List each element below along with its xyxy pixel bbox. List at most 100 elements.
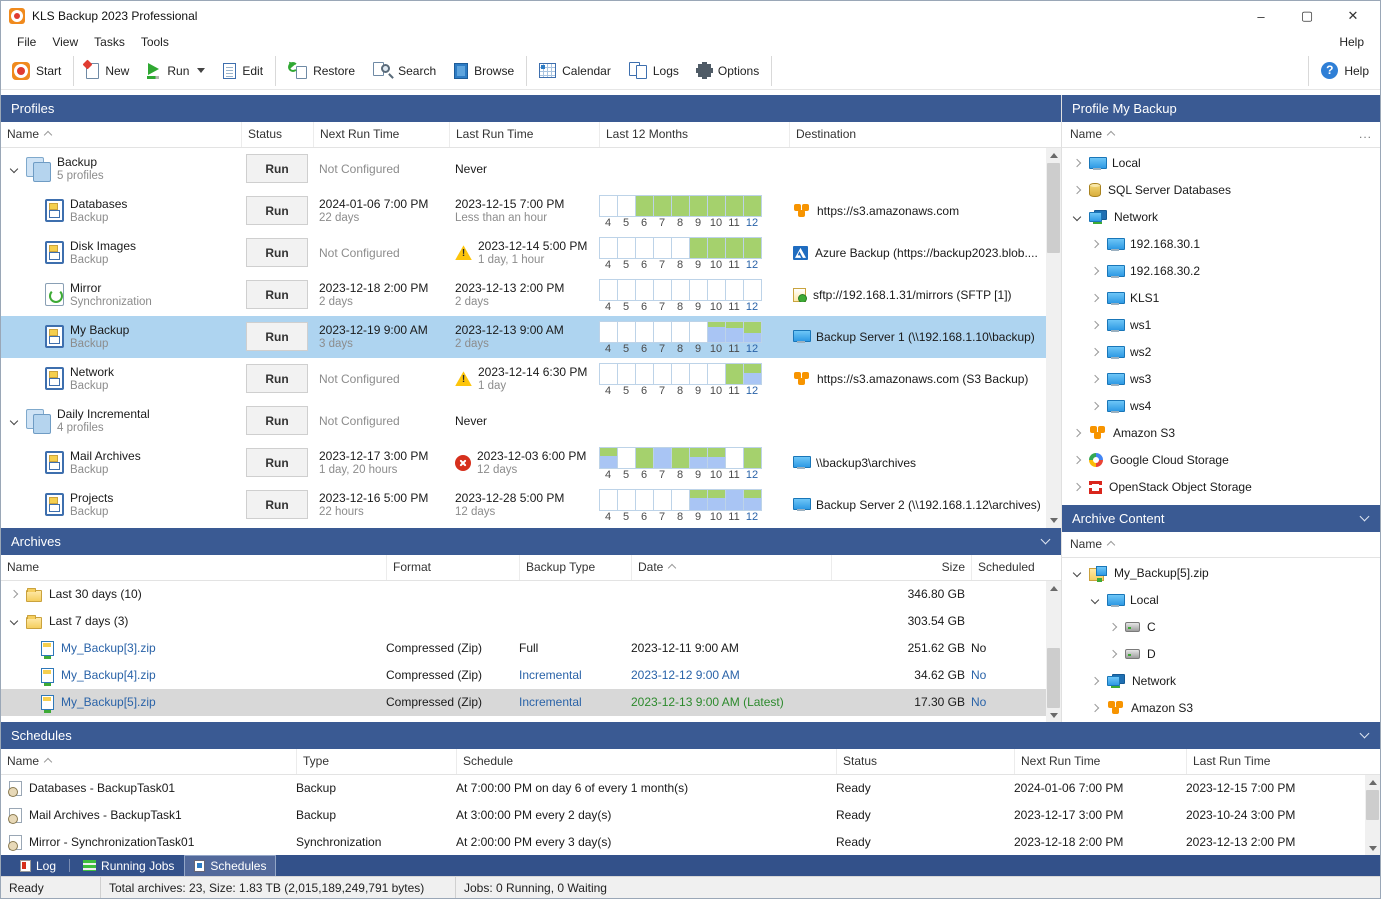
scroll-thumb[interactable] <box>1366 790 1379 820</box>
run-button[interactable]: Run <box>246 406 308 435</box>
column-header-backup-type[interactable]: Backup Type <box>519 555 631 580</box>
chevron-down-icon[interactable] <box>9 616 19 626</box>
chevron-right-icon[interactable] <box>1090 676 1100 686</box>
run-button[interactable]: Run <box>246 238 308 267</box>
column-header-last-12-months[interactable]: Last 12 Months <box>599 122 789 147</box>
more-button[interactable]: ... <box>1359 127 1372 141</box>
calendar-button[interactable]: Calendar <box>530 53 620 89</box>
profiles-panel-header[interactable]: Profiles <box>1 95 1061 122</box>
column-header-format[interactable]: Format <box>386 555 519 580</box>
tree-item-network[interactable]: Network <box>1062 204 1380 231</box>
profiles-scrollbar[interactable] <box>1046 148 1061 528</box>
archive-group-row[interactable]: Last 30 days (10) 346.80 GB <box>1 581 1046 608</box>
tree-item-host[interactable]: ws2 <box>1062 339 1380 366</box>
archive-file-row[interactable]: My_Backup[4].zip Compressed (Zip) Increm… <box>1 662 1046 689</box>
search-button[interactable]: Search <box>364 53 445 89</box>
schedules-scrollbar[interactable] <box>1365 775 1380 856</box>
chevron-right-icon[interactable] <box>1090 703 1100 713</box>
collapse-chevron-icon[interactable] <box>1360 513 1370 523</box>
chevron-right-icon[interactable] <box>1090 320 1100 330</box>
run-button[interactable]: Run <box>246 280 308 309</box>
schedules-panel-header[interactable]: Schedules <box>1 722 1380 749</box>
scroll-up-arrow[interactable] <box>1365 775 1380 790</box>
tab-log[interactable]: Log <box>11 856 65 876</box>
menu-help[interactable]: Help <box>1331 33 1372 51</box>
edit-button[interactable]: Edit <box>214 53 272 89</box>
chevron-right-icon[interactable] <box>9 589 19 599</box>
archives-scrollbar[interactable] <box>1046 581 1061 723</box>
tree-item-sql[interactable]: SQL Server Databases <box>1062 177 1380 204</box>
chevron-right-icon[interactable] <box>1072 455 1082 465</box>
schedule-row[interactable]: Mail Archives - BackupTask1 Backup At 3:… <box>1 802 1365 829</box>
menu-view[interactable]: View <box>44 33 86 51</box>
tree-item-google-cloud[interactable]: Google Cloud Storage <box>1062 447 1380 474</box>
maximize-button[interactable]: ▢ <box>1284 1 1330 31</box>
schedule-row[interactable]: Mirror - SynchronizationTask01 Synchroni… <box>1 829 1365 856</box>
column-header-next-run[interactable]: Next Run Time <box>1014 749 1186 774</box>
schedule-row[interactable]: Databases - BackupTask01 Backup At 7:00:… <box>1 775 1365 802</box>
chevron-right-icon[interactable] <box>1090 347 1100 357</box>
scroll-up-arrow[interactable] <box>1046 581 1061 596</box>
column-header-next-run[interactable]: Next Run Time <box>313 122 449 147</box>
column-header-size[interactable]: Size <box>831 555 971 580</box>
chevron-right-icon[interactable] <box>1090 239 1100 249</box>
column-header-name[interactable]: Name <box>1 122 241 147</box>
chevron-down-icon[interactable] <box>9 164 19 174</box>
archives-panel-header[interactable]: Archives <box>1 528 1061 555</box>
profile-row-my-backup[interactable]: My BackupBackup Run 2023-12-19 9:00 AM3 … <box>1 316 1046 358</box>
chevron-down-icon[interactable] <box>1072 212 1082 222</box>
tree-item-openstack[interactable]: OpenStack Object Storage <box>1062 474 1380 501</box>
chevron-right-icon[interactable] <box>1090 374 1100 384</box>
collapse-chevron-icon[interactable] <box>1041 536 1051 546</box>
browse-button[interactable]: Browse <box>445 53 523 89</box>
chevron-right-icon[interactable] <box>1108 649 1118 659</box>
profile-row-databases[interactable]: DatabasesBackup Run 2024-01-06 7:00 PM22… <box>1 190 1046 232</box>
profile-detail-header[interactable]: Profile My Backup <box>1062 95 1380 122</box>
menu-tools[interactable]: Tools <box>133 33 177 51</box>
close-button[interactable]: ✕ <box>1330 1 1376 31</box>
column-header-name[interactable]: Name <box>1 749 296 774</box>
scroll-thumb[interactable] <box>1047 648 1060 708</box>
help-button[interactable]: Help <box>1312 53 1378 89</box>
run-button[interactable]: Run <box>246 154 308 183</box>
column-header-name[interactable]: Name <box>1 555 386 580</box>
restore-button[interactable]: Restore <box>279 53 364 89</box>
tree-item-network[interactable]: Network <box>1062 668 1380 695</box>
run-button-toolbar[interactable]: Run <box>138 53 214 89</box>
column-header-name[interactable]: Name <box>1070 127 1102 141</box>
tree-item-amazon-s3[interactable]: Amazon S3 <box>1062 420 1380 447</box>
profile-row-projects[interactable]: ProjectsBackup Run 2023-12-16 5:00 PM22 … <box>1 484 1046 526</box>
tree-item-host[interactable]: ws1 <box>1062 312 1380 339</box>
tree-item-host[interactable]: ws3 <box>1062 366 1380 393</box>
minimize-button[interactable]: – <box>1238 1 1284 31</box>
scroll-down-arrow[interactable] <box>1365 841 1380 856</box>
profile-row-mirror[interactable]: MirrorSynchronization Run 2023-12-18 2:0… <box>1 274 1046 316</box>
profile-row-backup-group[interactable]: Backup5 profiles Run Not Configured Neve… <box>1 148 1046 190</box>
tree-item-drive-d[interactable]: D <box>1062 641 1380 668</box>
tree-item-host[interactable]: 192.168.30.2 <box>1062 258 1380 285</box>
column-header-destination[interactable]: Destination <box>789 122 1046 147</box>
column-header-schedule[interactable]: Schedule <box>456 749 836 774</box>
column-header-scheduled[interactable]: Scheduled <box>971 555 1041 580</box>
menu-tasks[interactable]: Tasks <box>86 33 133 51</box>
collapse-chevron-icon[interactable] <box>1360 730 1370 740</box>
scroll-down-arrow[interactable] <box>1046 708 1061 723</box>
run-button[interactable]: Run <box>246 196 308 225</box>
column-header-name[interactable]: Name <box>1070 537 1102 551</box>
profile-row-network[interactable]: NetworkBackup Run Not Configured 2023-12… <box>1 358 1046 400</box>
tree-item-archive-root[interactable]: My_Backup[5].zip <box>1062 560 1380 587</box>
column-header-status[interactable]: Status <box>836 749 1014 774</box>
chevron-down-icon[interactable] <box>1072 568 1082 578</box>
chevron-right-icon[interactable] <box>1090 266 1100 276</box>
chevron-right-icon[interactable] <box>1072 185 1082 195</box>
chevron-right-icon[interactable] <box>1090 401 1100 411</box>
profile-row-disk-images[interactable]: Disk ImagesBackup Run Not Configured 202… <box>1 232 1046 274</box>
run-button[interactable]: Run <box>246 448 308 477</box>
chevron-right-icon[interactable] <box>1072 158 1082 168</box>
column-header-last-run[interactable]: Last Run Time <box>1186 749 1365 774</box>
tree-item-host[interactable]: KLS1 <box>1062 285 1380 312</box>
archive-content-header[interactable]: Archive Content <box>1062 505 1380 532</box>
tree-item-amazon-s3[interactable]: Amazon S3 <box>1062 695 1380 722</box>
scroll-thumb[interactable] <box>1047 163 1060 253</box>
scroll-down-arrow[interactable] <box>1046 513 1061 528</box>
